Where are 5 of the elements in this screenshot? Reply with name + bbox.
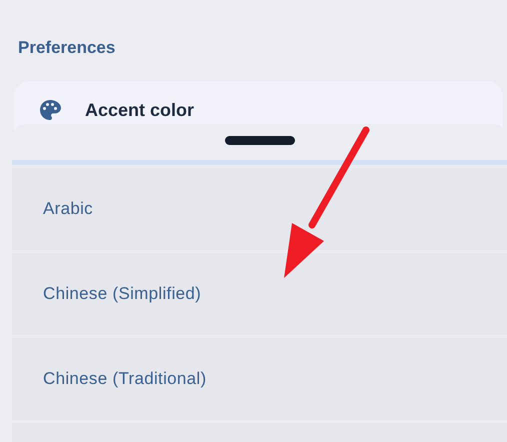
palette-icon [38, 98, 62, 122]
accent-color-label[interactable]: Accent color [85, 100, 194, 120]
section-title: Preferences [18, 38, 116, 58]
drag-handle[interactable] [224, 136, 294, 145]
language-option[interactable]: Chinese (Traditional) [12, 338, 507, 423]
